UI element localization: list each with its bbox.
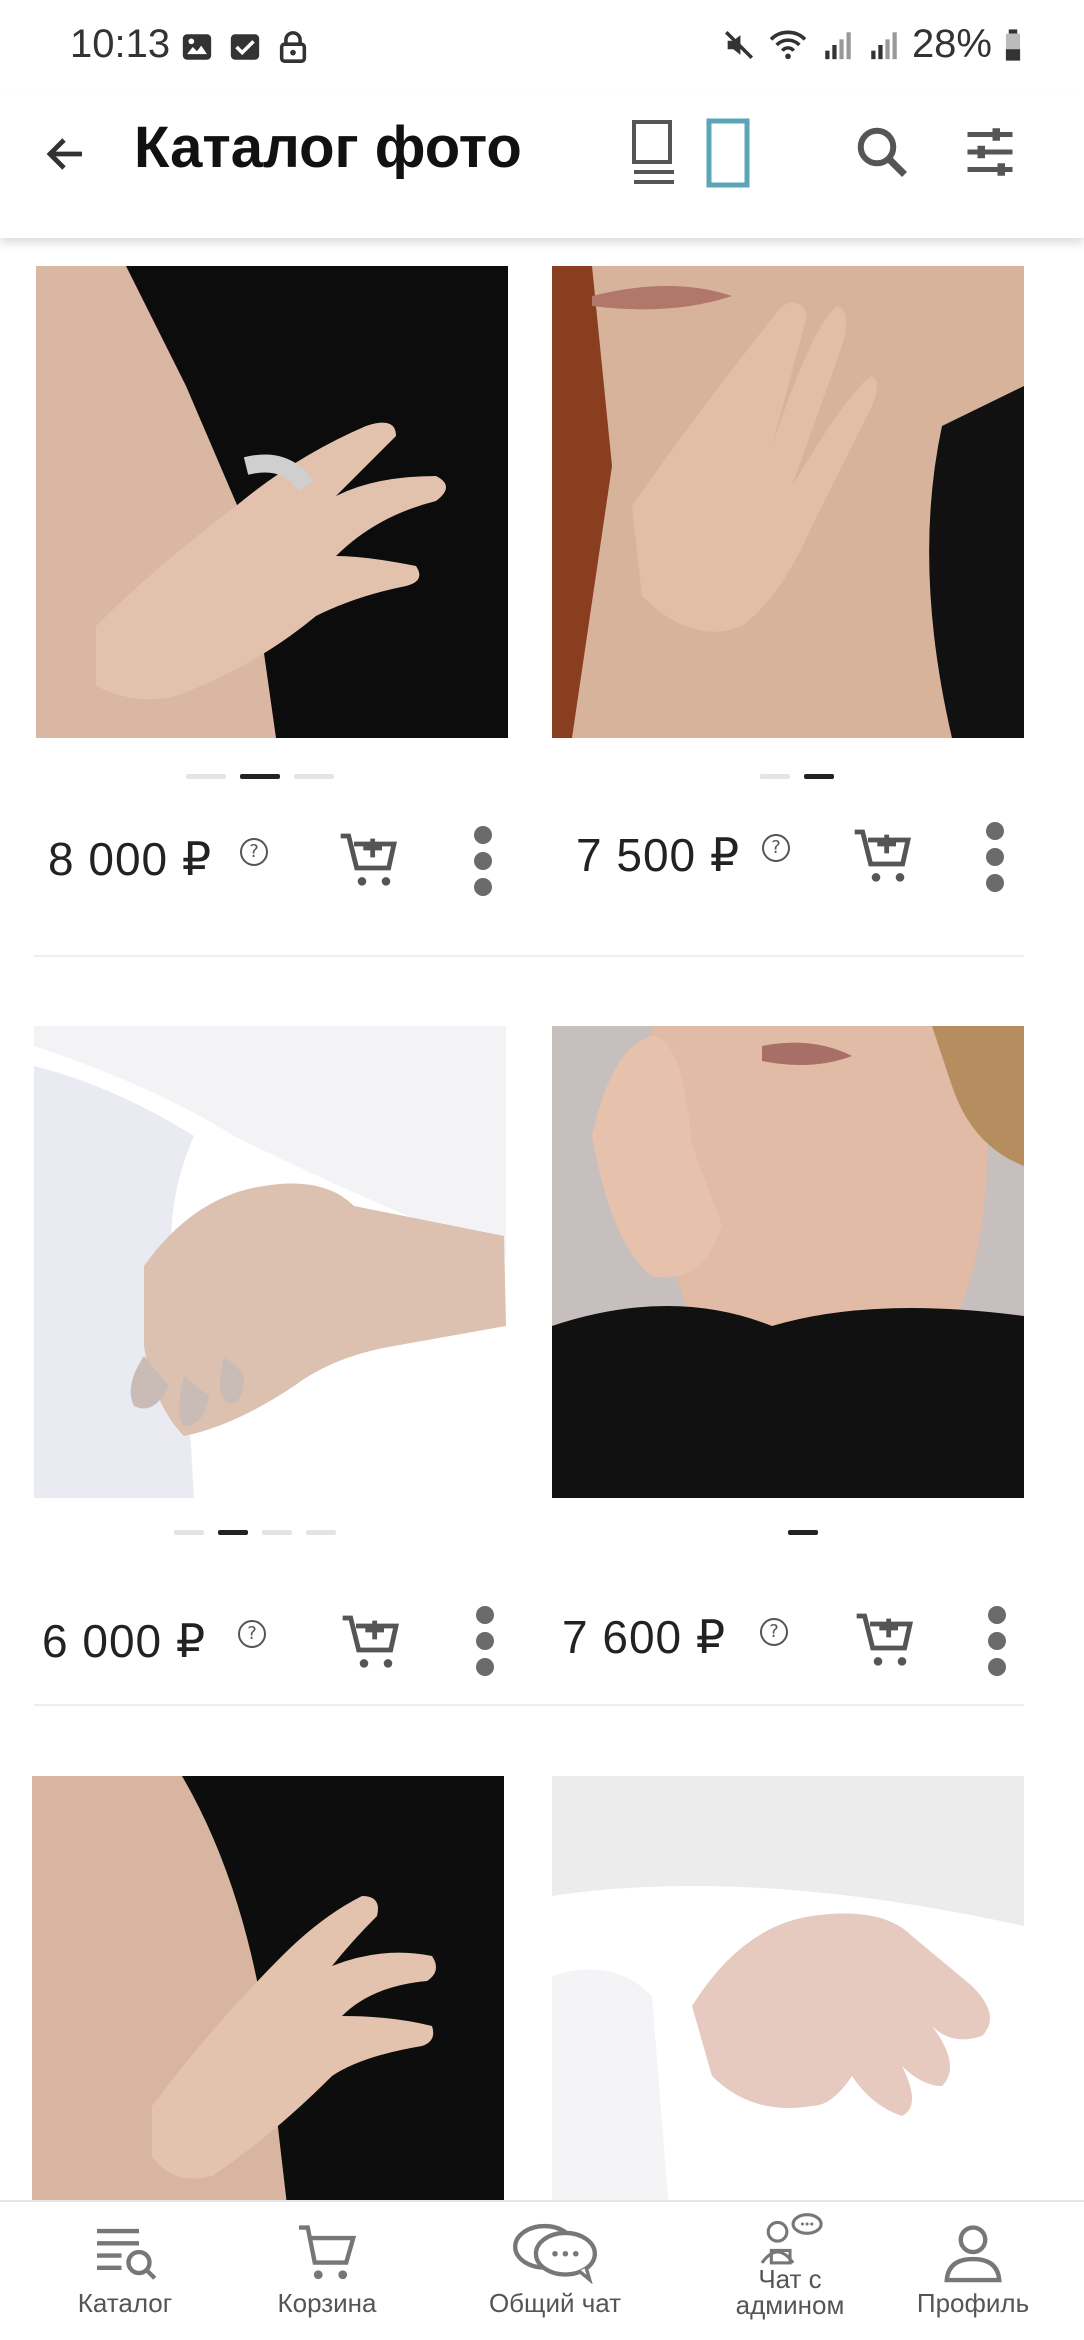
more-options-button[interactable] <box>982 1606 1012 1676</box>
status-system-icons: 28% <box>722 22 1024 67</box>
add-to-cart-button[interactable] <box>854 1608 918 1672</box>
row-divider <box>34 1704 1024 1706</box>
battery-icon <box>1005 28 1021 61</box>
product-photo[interactable] <box>34 1026 506 1498</box>
price-help-icon[interactable]: ? <box>762 834 790 862</box>
search-button[interactable] <box>852 122 912 182</box>
nav-label: Профиль <box>916 2288 1030 2318</box>
nav-label: Корзина <box>277 2288 377 2318</box>
image-pager-dots <box>186 774 334 779</box>
back-button[interactable] <box>36 124 96 184</box>
price-help-icon[interactable]: ? <box>238 1620 266 1648</box>
profile-icon <box>944 2225 1002 2283</box>
nav-profile[interactable]: Профиль <box>898 2202 1048 2340</box>
wifi-icon <box>769 30 807 59</box>
status-notification-icons <box>180 30 310 64</box>
pager-dot[interactable] <box>760 774 790 779</box>
product-price: 7 600 ₽ <box>562 1611 727 1663</box>
nav-cart[interactable]: Корзина <box>252 2202 402 2340</box>
status-bar: 10:13 28% <box>0 0 1084 96</box>
product-price: 8 000 ₽ <box>48 833 213 885</box>
signal-icon-1 <box>825 31 851 59</box>
battery-percent: 28% <box>911 22 992 66</box>
add-to-cart-button[interactable] <box>338 828 402 892</box>
gallery-notification-icon <box>182 34 212 60</box>
view-single-button[interactable] <box>706 118 750 188</box>
mute-icon <box>724 30 753 59</box>
lock-notification-icon <box>279 31 307 63</box>
app-bar: Каталог фото <box>0 96 1084 238</box>
more-options-button[interactable] <box>980 822 1010 892</box>
nav-general-chat[interactable]: Общий чат <box>470 2202 640 2340</box>
more-options-button[interactable] <box>468 826 498 896</box>
add-to-cart-button[interactable] <box>340 1610 404 1674</box>
pager-dot-active[interactable] <box>788 1530 818 1535</box>
pager-dot[interactable] <box>186 774 226 779</box>
pager-dot[interactable] <box>262 1530 292 1535</box>
nav-label: Каталог <box>77 2288 173 2318</box>
catalog-search-icon <box>97 2228 157 2280</box>
product-photo[interactable] <box>552 266 1024 738</box>
product-photo[interactable] <box>36 266 508 738</box>
more-options-button[interactable] <box>470 1606 500 1676</box>
product-grid: 8 000 ₽ ? 7 500 ₽ ? 6 000 ₽ ? 7 600 ₽ ? <box>0 238 1084 2200</box>
product-photo[interactable] <box>552 1026 1024 1498</box>
nav-label: Чат с админом <box>735 2264 845 2320</box>
view-list-button[interactable] <box>630 118 680 188</box>
pager-dot-active[interactable] <box>218 1530 248 1535</box>
product-photo[interactable] <box>552 1776 1024 2200</box>
signal-icon-2 <box>871 31 897 59</box>
arrow-left-icon <box>46 138 82 170</box>
pager-dot[interactable] <box>294 774 334 779</box>
price-help-icon[interactable]: ? <box>760 1618 788 1646</box>
image-pager-dots <box>788 1530 818 1535</box>
product-price: 6 000 ₽ <box>42 1615 207 1667</box>
product-price: 7 500 ₽ <box>576 829 741 881</box>
nav-catalog[interactable]: Каталог <box>50 2202 200 2340</box>
status-time: 10:13 <box>70 22 171 66</box>
chat-bubbles-icon <box>513 2223 597 2284</box>
row-divider <box>34 955 1024 957</box>
pager-dot[interactable] <box>174 1530 204 1535</box>
page-title: Каталог фото <box>134 115 522 180</box>
admin-chat-icon <box>760 2213 823 2265</box>
cart-icon <box>299 2225 357 2280</box>
add-to-cart-button[interactable] <box>852 824 916 888</box>
pager-dot-active[interactable] <box>804 774 834 779</box>
price-help-icon[interactable]: ? <box>240 838 268 866</box>
bottom-navigation: Каталог Корзина Общий чат Чат с админом <box>0 2200 1084 2340</box>
checkbox-notification-icon <box>230 34 260 60</box>
nav-label: Общий чат <box>488 2288 622 2318</box>
filter-button[interactable] <box>960 122 1020 182</box>
image-pager-dots <box>760 774 834 779</box>
pager-dot[interactable] <box>306 1530 336 1535</box>
image-pager-dots <box>174 1530 336 1535</box>
product-photo[interactable] <box>32 1776 504 2200</box>
pager-dot-active[interactable] <box>240 774 280 779</box>
nav-admin-chat[interactable]: Чат с админом <box>700 2202 880 2340</box>
